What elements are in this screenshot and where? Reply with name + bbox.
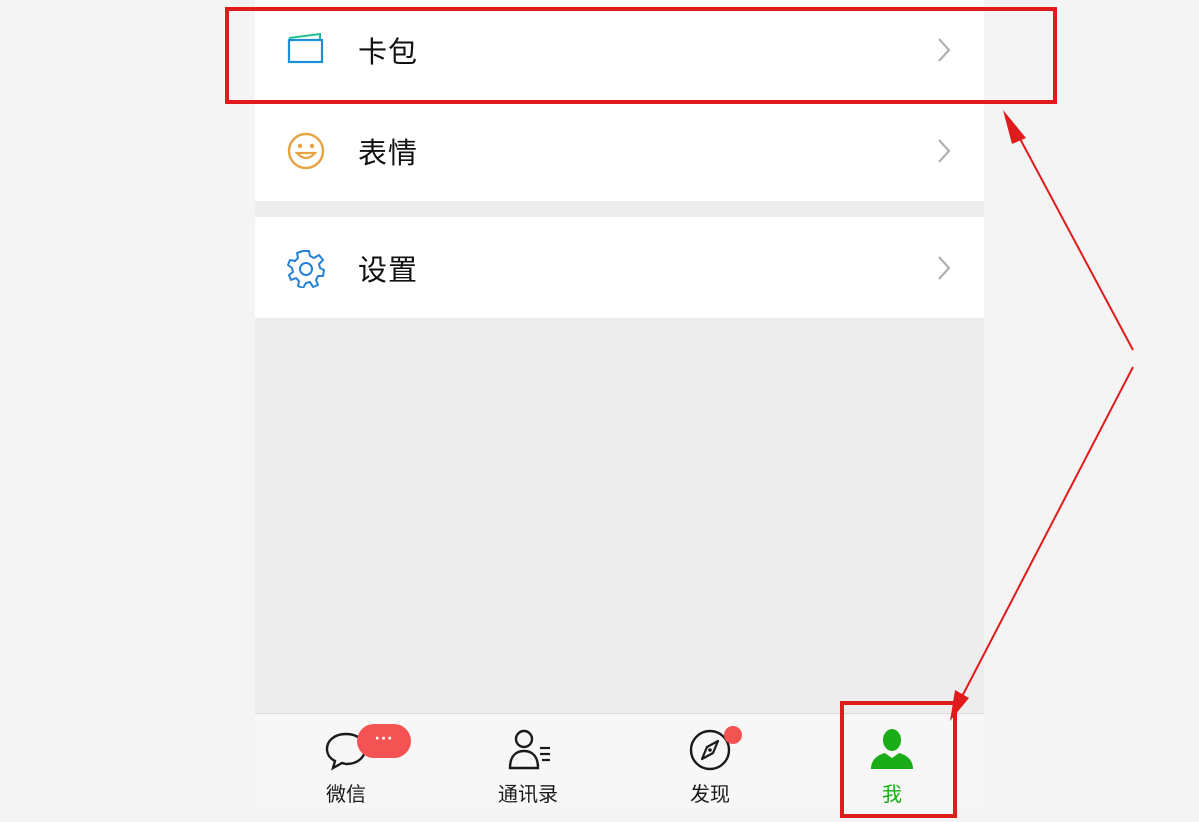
tab-contacts[interactable]: 通讯录 (437, 714, 619, 809)
chevron-right-icon (938, 139, 951, 163)
menu-item-stickers[interactable]: 表情 (255, 101, 984, 201)
chevron-right-icon (938, 255, 951, 280)
menu-item-settings[interactable]: 设置 (255, 217, 984, 318)
unread-badge: ··· (357, 724, 411, 758)
person-icon (871, 729, 913, 769)
contacts-icon (508, 729, 550, 770)
tab-me[interactable]: 我 (801, 714, 983, 809)
menu-item-card-wallet[interactable]: 卡包 (255, 0, 984, 100)
wechat-me-screen: 卡包 表情 设置 ··· 微信 通讯录 发现 我 (255, 0, 984, 809)
chevron-right-icon (938, 38, 951, 62)
gear-icon (287, 249, 325, 288)
smiley-face-icon (287, 132, 325, 170)
menu-item-label: 卡包 (358, 35, 419, 69)
annotation-arrowhead (1003, 110, 1026, 144)
bottom-tab-bar: ··· 微信 通讯录 发现 我 (255, 713, 984, 809)
tab-label: 微信 (326, 782, 366, 806)
menu-item-label: 表情 (358, 136, 419, 170)
menu-item-label: 设置 (358, 252, 419, 287)
new-content-dot (724, 726, 742, 744)
tab-label: 发现 (690, 782, 730, 806)
card-wallet-icon (287, 32, 324, 64)
tab-chats[interactable]: ··· 微信 (255, 714, 437, 809)
tab-label: 通讯录 (498, 782, 558, 806)
tab-discover[interactable]: 发现 (619, 714, 801, 809)
tab-label: 我 (882, 782, 902, 806)
annotation-arrow-line (1009, 119, 1134, 351)
